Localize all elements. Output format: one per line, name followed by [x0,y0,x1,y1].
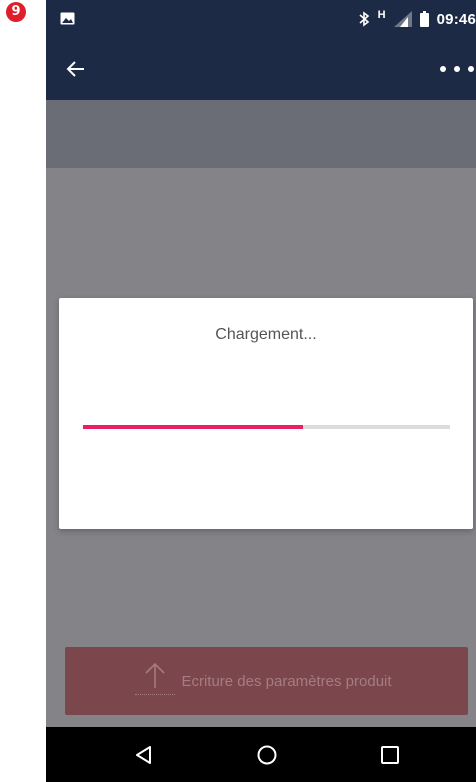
screenshot: 9 H 09:46 Chargement... Ecriture des par… [0,0,476,782]
back-arrow-icon[interactable] [64,57,88,81]
header-strip [46,100,476,168]
app-bar [46,38,476,100]
nav-back-icon[interactable] [133,744,155,766]
loading-dialog: Chargement... [59,298,473,529]
loading-title: Chargement... [215,326,317,343]
upload-arrow-icon [135,659,176,703]
signal-icon [393,11,412,27]
system-nav-bar [46,727,476,782]
status-time: 09:46 [436,10,476,28]
phone-screen: H 09:46 Chargement... Ecriture des param… [46,0,476,782]
write-product-parameters-button[interactable]: Ecriture des paramètres produit [65,647,468,715]
status-bar: H 09:46 [46,0,476,38]
bluetooth-icon [359,11,369,27]
write-product-parameters-label: Ecriture des paramètres produit [181,672,392,690]
dotted-underline [135,694,176,695]
nav-recents-icon[interactable] [379,744,401,766]
status-icons: H 09:46 [358,0,476,38]
progress-bar-fill [83,425,304,429]
battery-icon [419,11,429,27]
gallery-icon [60,12,75,25]
progress-bar [83,425,450,429]
step-number-badge: 9 [6,2,26,22]
nav-home-icon[interactable] [256,744,278,766]
network-type-label: H [377,9,386,21]
more-options-icon[interactable] [436,64,476,74]
